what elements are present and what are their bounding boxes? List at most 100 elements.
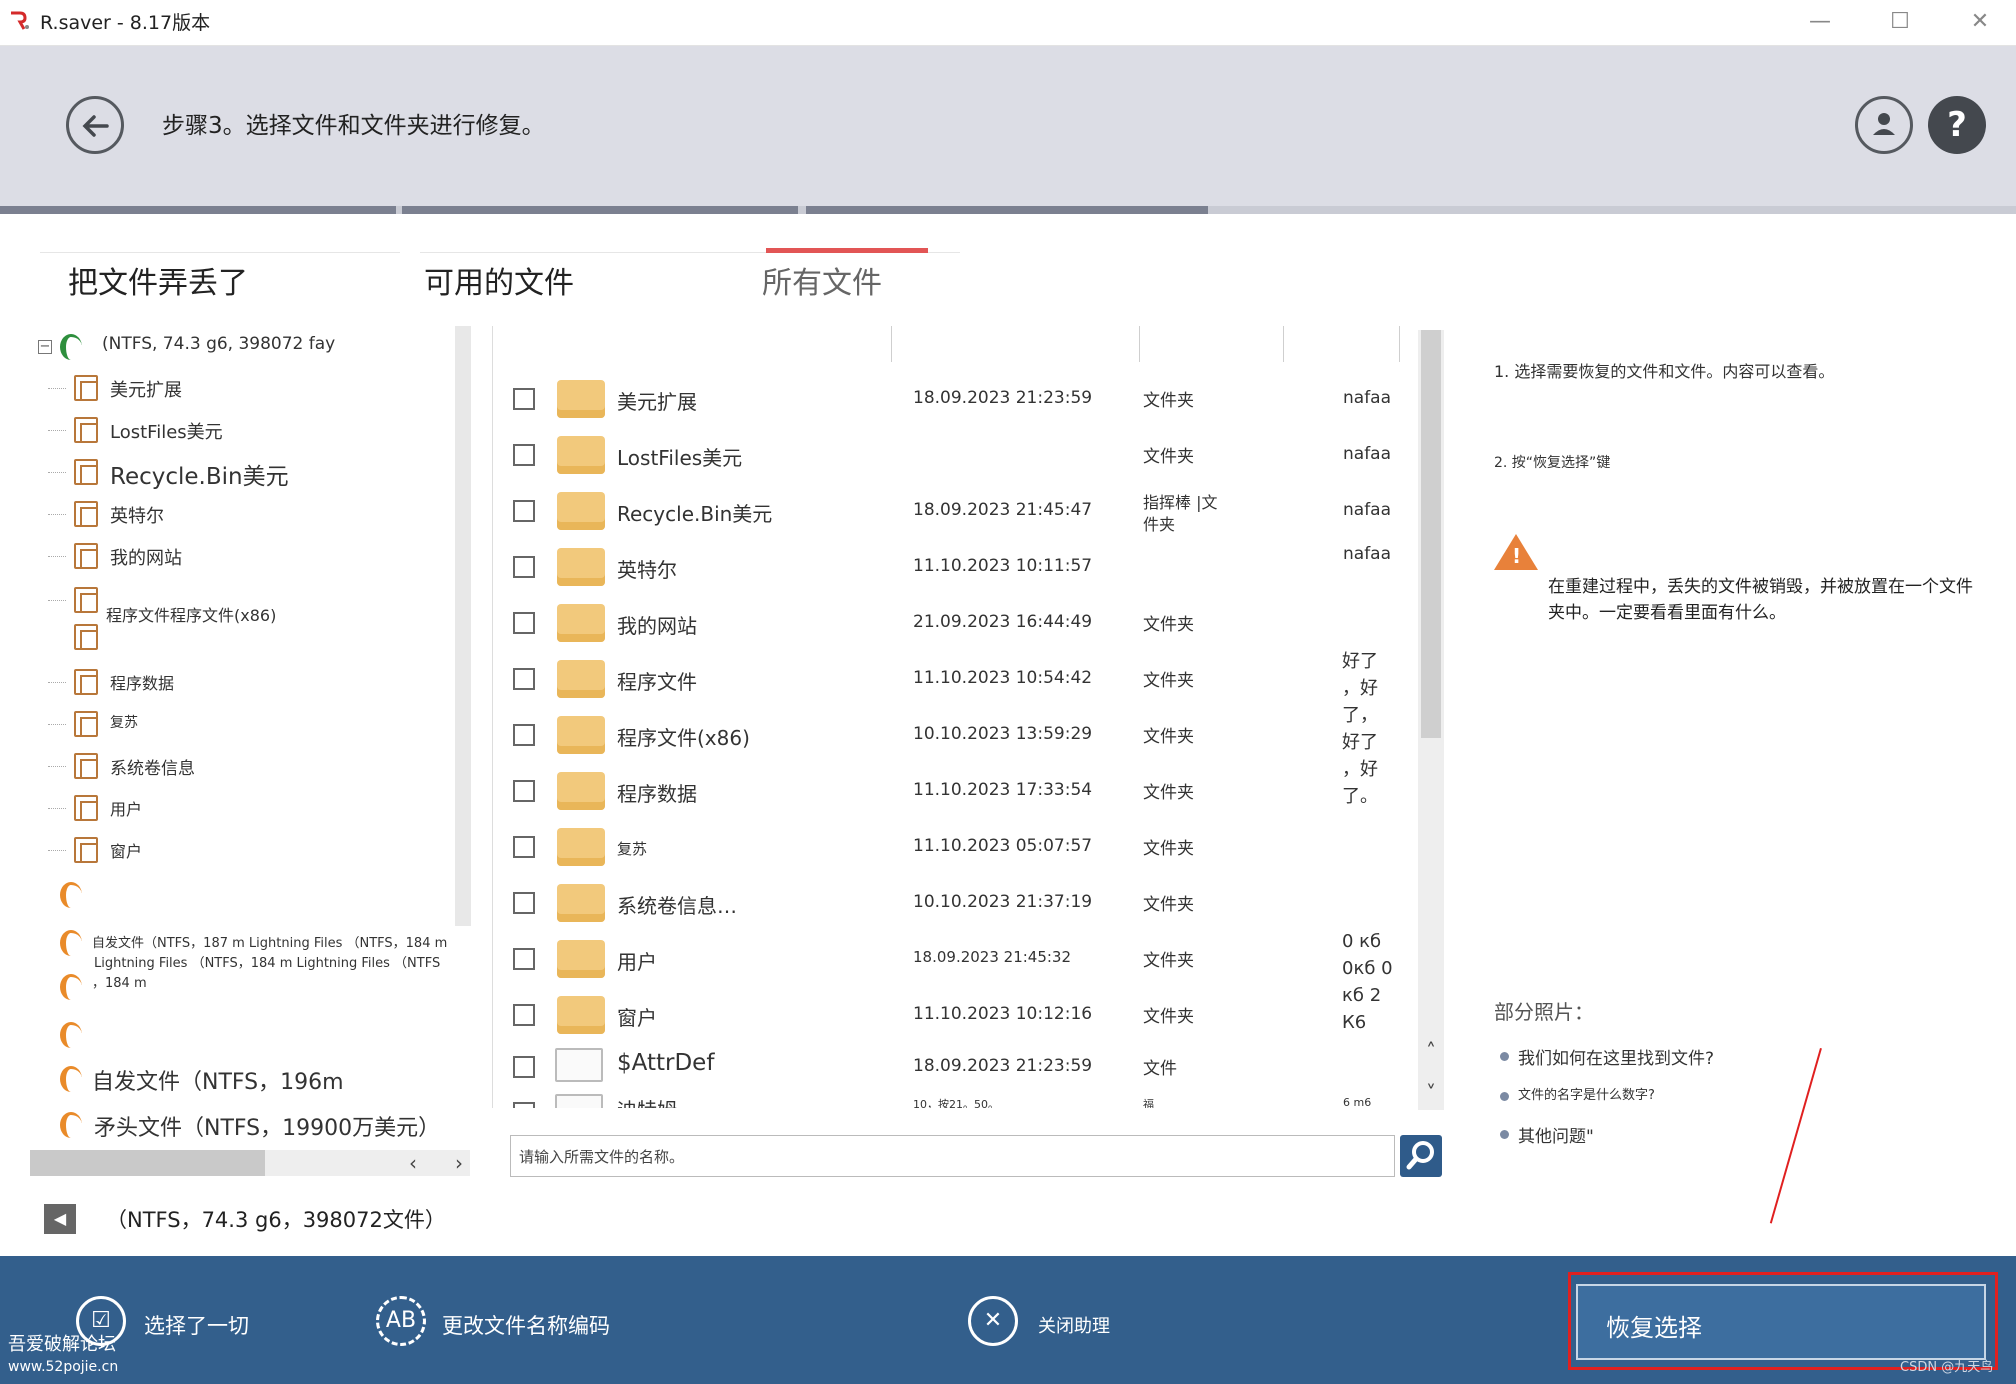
faq-title: 部分照片：	[1494, 1000, 1594, 1024]
faq-link[interactable]: 文件的名字是什么数字?	[1500, 1084, 1655, 1103]
folder-icon	[74, 624, 98, 650]
faq-link[interactable]: 其他问题"	[1500, 1122, 1594, 1147]
folder-tree: − (NTFS, 74.3 g6, 398072 fay 美元扩展 LostFi…	[38, 334, 448, 1141]
tab-divider	[40, 252, 400, 253]
file-row[interactable]: 程序文件(x86) 10.10.2023 13:59:29 文件夹	[493, 706, 1413, 762]
warning-text: 在重建过程中，丢失的文件被销毁，并被放置在一个文件夹中。一定要看看里面有什么。	[1548, 577, 1973, 623]
warning-icon	[1494, 534, 1538, 570]
progress-step-1	[0, 206, 396, 214]
drive-icon	[60, 974, 82, 1000]
drive-nav-left-icon[interactable]: ◀	[44, 1204, 76, 1234]
column-divider[interactable]	[1399, 326, 1400, 362]
folder-icon	[74, 753, 98, 779]
user-icon	[1873, 113, 1895, 135]
search-button[interactable]	[1400, 1135, 1442, 1177]
row-checkbox[interactable]	[513, 780, 535, 802]
row-checkbox[interactable]	[513, 836, 535, 858]
tree-root-label: (NTFS, 74.3 g6, 398072 fay	[102, 334, 336, 354]
tab-all-files[interactable]: 所有文件	[762, 258, 882, 302]
drive-icon	[60, 930, 82, 956]
folder-icon	[74, 837, 98, 863]
row-checkbox[interactable]	[513, 1102, 535, 1108]
scroll-down-icon[interactable]: ˅	[1418, 1080, 1444, 1106]
step-progress	[0, 206, 2016, 214]
tab-available-files[interactable]: 可用的文件	[424, 258, 574, 302]
folder-icon	[557, 716, 605, 754]
back-button[interactable]	[66, 96, 124, 154]
folder-icon	[557, 548, 605, 586]
drive-icon	[60, 1112, 82, 1138]
search-input[interactable]: 请输入所需文件的名称。	[510, 1135, 1395, 1177]
close-icon: ✕	[968, 1296, 1018, 1346]
search-icon	[1406, 1141, 1434, 1170]
row-checkbox[interactable]	[513, 1056, 535, 1078]
file-row[interactable]: 程序文件 11.10.2023 10:54:42 文件夹	[493, 650, 1413, 706]
csdn-watermark: CSDN @九天鸟	[1900, 1360, 1994, 1375]
drive-status: ◀ （NTFS，74.3 g6，398072文件）	[44, 1200, 644, 1236]
folder-icon	[557, 604, 605, 642]
file-row[interactable]: 用户 18.09.2023 21:45:32 文件夹	[493, 930, 1413, 986]
row-checkbox[interactable]	[513, 556, 535, 578]
scroll-up-icon[interactable]: ˄	[1418, 1038, 1444, 1064]
help-button[interactable]: ?	[1928, 96, 1986, 154]
scroll-right-icon[interactable]: ›	[446, 1150, 472, 1176]
file-row[interactable]: 窗户 11.10.2023 10:12:16 文件夹	[493, 986, 1413, 1042]
step-header: 步骤3。选择文件和文件夹进行修复。 ?	[0, 46, 2016, 206]
encoding-icon: AB	[376, 1296, 426, 1346]
folder-icon	[74, 459, 98, 485]
column-divider[interactable]	[1283, 326, 1284, 362]
drive-icon	[60, 334, 82, 360]
account-button[interactable]	[1855, 96, 1913, 154]
column-divider[interactable]	[1139, 326, 1140, 362]
app-logo-icon	[11, 11, 29, 30]
list-vertical-scrollbar[interactable]: ˄ ˅	[1418, 330, 1444, 1110]
tab-lost-files[interactable]: 把文件弄丢了	[68, 258, 248, 302]
file-row[interactable]: 美元扩展 18.09.2023 21:23:59 文件夹 nafaa	[493, 370, 1413, 426]
minimize-button[interactable]: —	[1790, 4, 1850, 40]
file-row[interactable]: Recycle.Bin美元 18.09.2023 21:45:47 指挥棒 |文 件…	[493, 482, 1413, 538]
column-divider[interactable]	[891, 326, 892, 362]
file-row[interactable]: 英特尔 11.10.2023 10:11:57 nafaa	[493, 538, 1413, 594]
progress-step-2	[402, 206, 798, 214]
drive-icon	[60, 1066, 82, 1092]
tree-vertical-scrollbar[interactable]	[455, 326, 471, 926]
scrollbar-thumb[interactable]	[1421, 330, 1441, 738]
tab-divider	[420, 252, 720, 253]
faq-link[interactable]: 我们如何在这里找到文件?	[1499, 1044, 1714, 1069]
arrow-left-icon	[82, 115, 109, 137]
row-checkbox[interactable]	[513, 444, 535, 466]
page-title: 步骤3。选择文件和文件夹进行修复。	[162, 113, 545, 139]
row-checkbox[interactable]	[513, 500, 535, 522]
progress-step-3	[806, 206, 1208, 214]
folder-icon	[557, 884, 605, 922]
tree-horizontal-scrollbar[interactable]: ‹ ›	[30, 1150, 470, 1176]
change-encoding-button[interactable]: AB 更改文件名称编码	[370, 1256, 630, 1384]
row-checkbox[interactable]	[513, 612, 535, 634]
size-note: 0 кб 0кб 0 кб 2 К6	[1342, 931, 1393, 1033]
file-row[interactable]: LostFiles美元 文件夹 nafaa	[493, 426, 1413, 482]
maximize-button[interactable]: ☐	[1870, 4, 1930, 40]
folder-icon	[74, 543, 98, 569]
row-checkbox[interactable]	[513, 948, 535, 970]
close-window-button[interactable]: ✕	[1950, 4, 2010, 40]
collapse-icon[interactable]: −	[38, 340, 52, 354]
scrollbar-thumb[interactable]	[30, 1150, 265, 1176]
file-row[interactable]: 迪特姆10，按21。50。福6 m6	[493, 1084, 1413, 1108]
close-assistant-button[interactable]: ✕ 关闭助理	[968, 1256, 1168, 1384]
title-bar: R.saver - 8.17版本 — ☐ ✕	[0, 0, 2016, 46]
file-row[interactable]: 我的网站 21.09.2023 16:44:49 文件夹	[493, 594, 1413, 650]
assistant-panel: 1. 选择需要恢复的文件和文件。内容可以查看。 2. 按“恢复选择”键 在重建过…	[1462, 326, 2016, 1166]
file-row[interactable]: 程序数据 11.10.2023 17:33:54 文件夹	[493, 762, 1413, 818]
active-tab-indicator	[766, 248, 928, 253]
folder-icon	[557, 940, 605, 978]
file-row[interactable]: 系统卷信息… 10.10.2023 21:37:19 文件夹	[493, 874, 1413, 930]
row-checkbox[interactable]	[513, 892, 535, 914]
folder-icon	[74, 669, 98, 695]
row-checkbox[interactable]	[513, 724, 535, 746]
row-checkbox[interactable]	[513, 668, 535, 690]
file-row[interactable]: 复苏 11.10.2023 05:07:57 文件夹	[493, 818, 1413, 874]
row-checkbox[interactable]	[513, 388, 535, 410]
recover-selected-button[interactable]: 恢复选择	[1576, 1284, 1986, 1360]
row-checkbox[interactable]	[513, 1004, 535, 1026]
scroll-left-icon[interactable]: ‹	[400, 1150, 426, 1176]
